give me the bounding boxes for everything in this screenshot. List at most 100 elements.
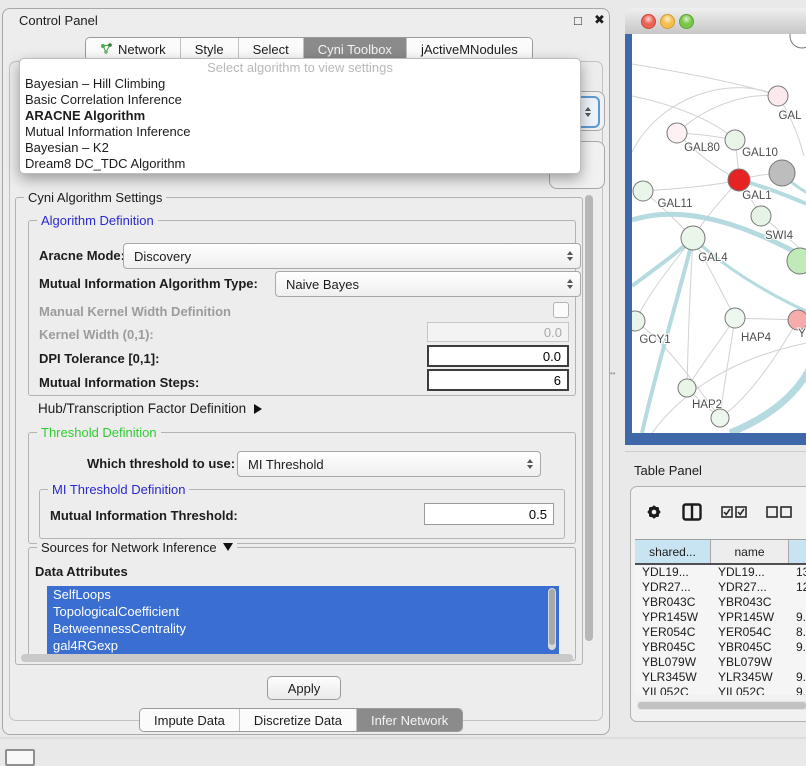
network-node-hap2[interactable]	[678, 379, 696, 397]
settings-vertical-scrollbar[interactable]	[583, 191, 595, 653]
network-node-y[interactable]	[788, 310, 806, 330]
network-node-unlabeled[interactable]	[711, 409, 729, 427]
column-header-name[interactable]: name	[711, 540, 789, 563]
splitter-grip[interactable]: ••	[610, 371, 616, 381]
network-canvas[interactable]: GALGAL80GAL10GAL1GAL11SWI4GAL4GCY1HAP4YH…	[632, 34, 806, 433]
network-node-gal4[interactable]	[681, 226, 705, 250]
group-title: Algorithm Definition	[37, 213, 158, 228]
group-title: Threshold Definition	[37, 425, 161, 440]
table-horizontal-scrollbar[interactable]	[637, 701, 806, 710]
tab-jactivemnodules[interactable]: jActiveMNodules	[407, 38, 532, 60]
network-node-unlabeled[interactable]	[790, 34, 806, 48]
table-row[interactable]: YBR045CYBR045C9.	[635, 640, 806, 655]
bottom-divider	[0, 737, 806, 739]
algorithm-dropdown: Select algorithm to view settings Bayesi…	[19, 58, 581, 174]
table-row[interactable]: YLR345WYLR345W9.	[635, 670, 806, 685]
table-cell: YBR043C	[711, 595, 789, 610]
table-panel-title: Table Panel	[634, 463, 702, 478]
close-icon[interactable]: ✖	[594, 12, 605, 28]
network-node-gcy1[interactable]	[632, 311, 645, 331]
table-cell: YDL19...	[635, 565, 711, 580]
dropdown-item-bayesian-hill-climbing[interactable]: Bayesian – Hill Climbing	[20, 76, 580, 92]
dropdown-item-bayesian-k2[interactable]: Bayesian – K2	[20, 140, 580, 156]
table-cell: YLR345W	[635, 670, 711, 685]
dropdown-item-dream8-dc-tdc-algorithm[interactable]: Dream8 DC_TDC Algorithm	[20, 156, 580, 172]
node-label: HAP4	[741, 332, 772, 344]
mi-type-combo[interactable]: Naive Bayes	[275, 271, 581, 297]
network-node-gal11[interactable]	[633, 181, 653, 201]
table-cell: 12	[789, 580, 806, 595]
list-scrollbar[interactable]	[548, 588, 556, 650]
tab-network[interactable]: Network	[86, 38, 181, 60]
network-node-gal1[interactable]	[728, 169, 750, 191]
mi-threshold-input[interactable]	[424, 503, 554, 525]
stepper-arrows-icon	[567, 251, 573, 261]
network-node-gal80[interactable]	[667, 123, 687, 143]
minimized-panel-icon[interactable]	[5, 749, 35, 766]
tab-label: Infer Network	[371, 713, 448, 728]
apply-button[interactable]: Apply	[267, 676, 341, 700]
network-node-gal[interactable]	[768, 86, 788, 106]
dropdown-item-aracne-algorithm[interactable]: ARACNE Algorithm	[20, 108, 580, 124]
table-row[interactable]: YBL079WYBL079W	[635, 655, 806, 670]
dpi-tolerance-input[interactable]	[427, 345, 569, 367]
network-node-unlabeled[interactable]	[769, 160, 795, 186]
aracne-mode-combo[interactable]: Discovery	[123, 243, 581, 269]
tab-impute-data[interactable]: Impute Data	[140, 709, 240, 731]
dropdown-item-basic-correlation-inference[interactable]: Basic Correlation Inference	[20, 92, 580, 108]
attribute-item-selfloops[interactable]: SelfLoops	[47, 586, 559, 603]
column-header-clipped[interactable]	[789, 540, 806, 563]
settings-horizontal-scrollbar[interactable]	[19, 653, 579, 663]
algorithm-definition-group: Algorithm Definition Aracne Mode: Discov…	[28, 220, 576, 396]
table-cell	[789, 595, 806, 610]
control-panel: Control Panel □ ✖ NetworkStyleSelect Cyni…	[2, 8, 610, 735]
manual-kernel-checkbox[interactable]	[553, 302, 569, 318]
manual-kernel-label: Manual Kernel Width Definition	[39, 304, 231, 319]
table-panel: shared...name YDL19...YDL19...13YDR27...…	[630, 486, 806, 722]
close-traffic-light-icon[interactable]	[641, 14, 656, 29]
tab-select[interactable]: Select	[239, 38, 304, 60]
table-cell: YPR145W	[635, 610, 711, 625]
sources-toggle[interactable]: Sources for Network Inference	[37, 540, 237, 555]
float-window-icon[interactable]: □	[574, 13, 582, 28]
group-title: Cyni Algorithm Settings	[24, 190, 166, 205]
table-row[interactable]: YDR27...YDR27...12	[635, 580, 806, 595]
tab-infer-network[interactable]: Infer Network	[357, 709, 462, 731]
table-cell: YBL079W	[711, 655, 789, 670]
columns-icon[interactable]	[682, 503, 702, 521]
table-cell: YDR27...	[711, 580, 789, 595]
zoom-traffic-light-icon[interactable]	[679, 14, 694, 29]
kernel-width-input[interactable]	[427, 322, 569, 342]
table-row[interactable]: YDL19...YDL19...13	[635, 565, 806, 580]
which-threshold-combo[interactable]: MI Threshold	[237, 451, 541, 477]
hub-definition-toggle[interactable]: Hub/Transcription Factor Definition	[38, 400, 262, 418]
minimize-traffic-light-icon[interactable]	[660, 14, 675, 29]
tab-discretize-data[interactable]: Discretize Data	[240, 709, 357, 731]
network-view-window[interactable]: GALGAL80GAL10GAL1GAL11SWI4GAL4GCY1HAP4YH…	[625, 8, 806, 445]
attribute-item-gal4rgexp[interactable]: gal4RGexp	[47, 637, 559, 654]
column-header-shared-[interactable]: shared...	[635, 540, 711, 563]
panel-title: Control Panel	[19, 13, 98, 28]
checked-columns-icon[interactable]	[721, 506, 747, 518]
tab-label: Impute Data	[154, 713, 225, 728]
mi-steps-input[interactable]	[427, 369, 569, 391]
table-row[interactable]: YBR043CYBR043C	[635, 595, 806, 610]
node-label: Y	[798, 328, 806, 340]
unchecked-columns-icon[interactable]	[766, 506, 792, 518]
network-node-unlabeled[interactable]	[751, 206, 771, 226]
table-row[interactable]: YPR145WYPR145W9.	[635, 610, 806, 625]
dropdown-item-mutual-information-inference[interactable]: Mutual Information Inference	[20, 124, 580, 140]
attribute-item-topologicalcoefficient[interactable]: TopologicalCoefficient	[47, 603, 559, 620]
table-row[interactable]: YIL052CYIL052C9.	[635, 685, 806, 695]
network-window-titlebar[interactable]	[625, 8, 806, 35]
sources-group: Sources for Network Inference Data Attri…	[28, 547, 576, 661]
network-node-hap4[interactable]	[725, 308, 745, 328]
table-row[interactable]: YER054CYER054C8.	[635, 625, 806, 640]
tab-style[interactable]: Style	[181, 38, 239, 60]
gear-icon[interactable]	[645, 503, 663, 521]
attribute-item-betweennesscentrality[interactable]: BetweennessCentrality	[47, 620, 559, 637]
tab-cyni-toolbox[interactable]: Cyni Toolbox	[304, 38, 407, 60]
tab-label: jActiveMNodules	[421, 42, 518, 57]
dropdown-placeholder: Select algorithm to view settings	[20, 59, 580, 76]
tab-label: Cyni Toolbox	[318, 42, 392, 57]
